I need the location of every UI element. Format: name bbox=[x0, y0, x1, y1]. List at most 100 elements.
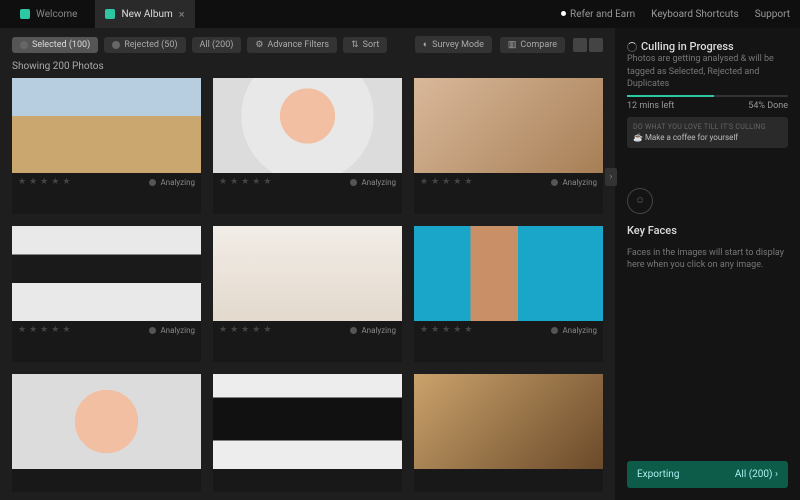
star-icon[interactable]: ★ bbox=[241, 177, 249, 187]
status-dot-icon bbox=[551, 179, 558, 186]
photo-card[interactable]: ★★★★★Analyzing bbox=[414, 226, 603, 362]
photo-status: Analyzing bbox=[350, 326, 396, 335]
status-dot-icon bbox=[551, 327, 558, 334]
coffee-msg: ☕ Make a coffee for yourself bbox=[633, 133, 782, 142]
star-icon[interactable]: ★ bbox=[51, 177, 59, 187]
photo-status: Analyzing bbox=[350, 178, 396, 187]
dot-icon bbox=[561, 11, 566, 16]
star-icon[interactable]: ★ bbox=[230, 325, 238, 335]
star-icon[interactable]: ★ bbox=[18, 177, 26, 187]
photo-status: Analyzing bbox=[551, 178, 597, 187]
photo-grid: ★★★★★Analyzing ★★★★★Analyzing ★★★★★Analy… bbox=[12, 78, 603, 492]
status-dot-icon bbox=[350, 327, 357, 334]
star-icon[interactable]: ★ bbox=[431, 325, 439, 335]
progress-fill bbox=[627, 95, 714, 97]
star-icon[interactable]: ★ bbox=[453, 177, 461, 187]
star-icon[interactable]: ★ bbox=[252, 177, 260, 187]
star-icon[interactable]: ★ bbox=[464, 177, 472, 187]
app-logo-icon bbox=[20, 9, 30, 19]
filter-advance[interactable]: ⚙Advance Filters bbox=[247, 37, 337, 53]
refer-link[interactable]: Refer and Earn bbox=[561, 9, 635, 20]
tab-label: New Album bbox=[121, 9, 172, 20]
topbar-links: Refer and Earn Keyboard Shortcuts Suppor… bbox=[561, 9, 790, 20]
star-icon[interactable]: ★ bbox=[420, 325, 428, 335]
survey-icon: ◐ bbox=[423, 39, 428, 50]
list-view-icon[interactable] bbox=[589, 38, 603, 52]
star-icon[interactable]: ★ bbox=[263, 177, 271, 187]
grid-view-icon[interactable] bbox=[573, 38, 587, 52]
photo-thumbnail bbox=[213, 78, 402, 173]
star-icon[interactable]: ★ bbox=[464, 325, 472, 335]
star-icon[interactable]: ★ bbox=[263, 325, 271, 335]
app-logo-icon bbox=[105, 9, 115, 19]
tab-new-album[interactable]: New Album × bbox=[95, 0, 194, 28]
close-icon[interactable]: × bbox=[179, 8, 185, 21]
dot-icon bbox=[112, 41, 120, 49]
star-icon[interactable]: ★ bbox=[442, 177, 450, 187]
star-icon[interactable]: ★ bbox=[252, 325, 260, 335]
photo-card[interactable] bbox=[12, 374, 201, 492]
star-icon[interactable]: ★ bbox=[241, 325, 249, 335]
star-icon[interactable]: ★ bbox=[431, 177, 439, 187]
status-dot-icon bbox=[350, 179, 357, 186]
star-icon[interactable]: ★ bbox=[442, 325, 450, 335]
main-panel: Selected (100) Rejected (50) All (200) ⚙… bbox=[0, 28, 615, 500]
side-panel: › Culling in Progress Photos are getting… bbox=[615, 28, 800, 500]
photo-card[interactable] bbox=[213, 374, 402, 492]
photo-card[interactable]: ★★★★★Analyzing bbox=[12, 78, 201, 214]
star-icon[interactable]: ★ bbox=[62, 177, 70, 187]
star-icon[interactable]: ★ bbox=[18, 325, 26, 335]
filter-toolbar: Selected (100) Rejected (50) All (200) ⚙… bbox=[12, 36, 603, 53]
progress-bar bbox=[627, 95, 788, 97]
star-icon[interactable]: ★ bbox=[219, 177, 227, 187]
photo-status: Analyzing bbox=[149, 178, 195, 187]
filter-icon: ⚙ bbox=[255, 40, 263, 50]
compare-icon: ▥ bbox=[508, 40, 517, 50]
photo-thumbnail bbox=[213, 226, 402, 321]
photo-card[interactable]: ★★★★★Analyzing bbox=[213, 78, 402, 214]
compare-button[interactable]: ▥Compare bbox=[500, 37, 565, 53]
filter-sort[interactable]: ⇅Sort bbox=[343, 37, 387, 53]
sort-icon: ⇅ bbox=[351, 40, 359, 50]
culling-title: Culling in Progress bbox=[627, 40, 788, 53]
star-icon[interactable]: ★ bbox=[230, 177, 238, 187]
showing-count: Showing 200 Photos bbox=[12, 61, 603, 72]
time-left: 12 mins left bbox=[627, 101, 674, 111]
star-icon[interactable]: ★ bbox=[29, 325, 37, 335]
culling-desc: Photos are getting analysed & will be ta… bbox=[627, 53, 788, 91]
photo-thumbnail bbox=[12, 374, 201, 469]
progress-row: 12 mins left 54% Done bbox=[627, 101, 788, 111]
photo-card[interactable]: ★★★★★Analyzing bbox=[12, 226, 201, 362]
photo-card[interactable]: ★★★★★Analyzing bbox=[414, 78, 603, 214]
star-icon[interactable]: ★ bbox=[420, 177, 428, 187]
star-icon[interactable]: ★ bbox=[40, 177, 48, 187]
export-button[interactable]: Exporting All (200) › bbox=[627, 461, 788, 488]
culling-block: Culling in Progress Photos are getting a… bbox=[627, 40, 788, 148]
status-dot-icon bbox=[149, 327, 156, 334]
spinner-icon bbox=[627, 42, 637, 52]
photo-thumbnail bbox=[414, 374, 603, 469]
face-placeholder-icon: ☺ bbox=[627, 188, 653, 214]
collapse-panel-button[interactable]: › bbox=[605, 168, 617, 186]
tab-welcome[interactable]: Welcome bbox=[10, 0, 87, 28]
star-icon[interactable]: ★ bbox=[219, 325, 227, 335]
filter-all[interactable]: All (200) bbox=[192, 37, 242, 53]
survey-mode-button[interactable]: ◐Survey Mode bbox=[415, 36, 492, 53]
star-icon[interactable]: ★ bbox=[453, 325, 461, 335]
photo-card[interactable]: ★★★★★Analyzing bbox=[213, 226, 402, 362]
support-link[interactable]: Support bbox=[755, 9, 790, 20]
filter-rejected[interactable]: Rejected (50) bbox=[104, 37, 185, 53]
star-icon[interactable]: ★ bbox=[40, 325, 48, 335]
coffee-tag: DO WHAT YOU LOVE TILL IT'S CULLING bbox=[633, 123, 782, 131]
star-icon[interactable]: ★ bbox=[29, 177, 37, 187]
star-icon[interactable]: ★ bbox=[51, 325, 59, 335]
photo-card[interactable] bbox=[414, 374, 603, 492]
shortcuts-link[interactable]: Keyboard Shortcuts bbox=[651, 9, 739, 20]
photo-thumbnail bbox=[213, 374, 402, 469]
star-icon[interactable]: ★ bbox=[62, 325, 70, 335]
photo-status: Analyzing bbox=[149, 326, 195, 335]
coffee-tip: DO WHAT YOU LOVE TILL IT'S CULLING ☕ Mak… bbox=[627, 117, 788, 148]
tab-label: Welcome bbox=[36, 9, 77, 20]
filter-selected[interactable]: Selected (100) bbox=[12, 37, 98, 53]
photo-thumbnail bbox=[12, 226, 201, 321]
